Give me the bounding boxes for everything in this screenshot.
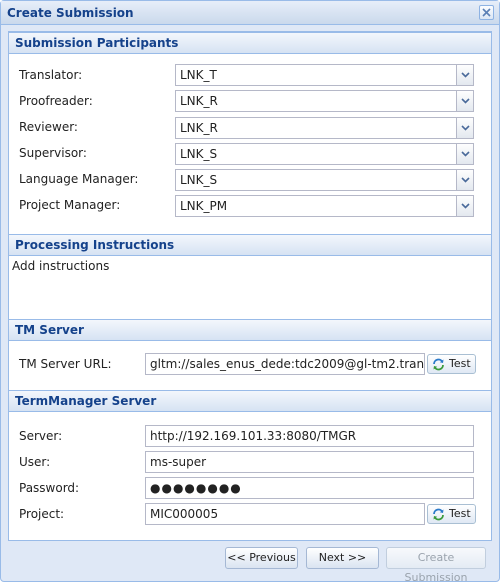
project-test-button[interactable]: Test xyxy=(427,504,476,524)
project-manager-label: Project Manager: xyxy=(19,198,121,212)
tm-server-section-header: TM Server xyxy=(9,319,491,341)
proofreader-dropdown-trigger[interactable] xyxy=(456,91,473,111)
reviewer-dropdown-trigger[interactable] xyxy=(456,118,473,138)
server-label: Server: xyxy=(19,429,63,443)
supervisor-dropdown-trigger[interactable] xyxy=(456,144,473,164)
project-test-label: Test xyxy=(449,507,471,520)
language-manager-label: Language Manager: xyxy=(19,172,139,186)
translator-dropdown-trigger[interactable] xyxy=(456,65,473,85)
tm-server-url-label: TM Server URL: xyxy=(19,357,112,371)
create-submission-dialog: Create Submission Submission Participant… xyxy=(0,0,500,584)
user-label: User: xyxy=(19,455,51,469)
processing-section-header: Processing Instructions xyxy=(9,234,491,256)
language-manager-combo[interactable]: LNK_S xyxy=(175,169,474,191)
instructions-textarea[interactable]: Add instructions xyxy=(9,258,491,318)
chevron-down-icon xyxy=(460,177,470,183)
chevron-down-icon xyxy=(460,151,470,157)
proofreader-label: Proofreader: xyxy=(19,94,93,108)
server-input[interactable]: http://192.169.101.33:8080/TMGR xyxy=(145,425,474,447)
participants-section-header: Submission Participants xyxy=(9,32,491,54)
project-manager-value: LNK_PM xyxy=(180,199,228,213)
create-submission-button[interactable]: Create Submission xyxy=(386,547,486,584)
close-icon xyxy=(482,8,491,17)
refresh-icon xyxy=(433,358,444,370)
chevron-down-icon xyxy=(460,125,470,131)
supervisor-label: Supervisor: xyxy=(19,146,87,160)
language-manager-value: LNK_S xyxy=(180,173,218,187)
chevron-down-icon xyxy=(460,203,470,209)
translator-value: LNK_T xyxy=(180,68,217,82)
termmanager-section-header: TermManager Server xyxy=(9,390,491,412)
project-manager-combo[interactable]: LNK_PM xyxy=(175,195,474,217)
chevron-down-icon xyxy=(460,72,470,78)
translator-combo[interactable]: LNK_T xyxy=(175,64,474,86)
dialog-body: Submission Participants Translator: LNK_… xyxy=(8,31,492,541)
chevron-down-icon xyxy=(460,98,470,104)
proofreader-value: LNK_R xyxy=(180,94,218,108)
refresh-icon xyxy=(433,508,444,520)
dialog-title: Create Submission xyxy=(7,6,134,20)
password-input[interactable]: ●●●●●●●● xyxy=(145,477,474,499)
close-button[interactable] xyxy=(479,5,494,20)
reviewer-value: LNK_R xyxy=(180,121,218,135)
project-input[interactable]: MIC000005 xyxy=(145,503,425,525)
translator-label: Translator: xyxy=(19,68,83,82)
password-label: Password: xyxy=(19,481,80,495)
supervisor-value: LNK_S xyxy=(180,147,218,161)
project-manager-dropdown-trigger[interactable] xyxy=(456,196,473,216)
language-manager-dropdown-trigger[interactable] xyxy=(456,170,473,190)
tm-server-test-label: Test xyxy=(449,357,471,370)
reviewer-combo[interactable]: LNK_R xyxy=(175,117,474,139)
user-input[interactable]: ms-super xyxy=(145,451,474,473)
previous-button[interactable]: << Previous xyxy=(225,547,298,569)
supervisor-combo[interactable]: LNK_S xyxy=(175,143,474,165)
dialog-titlebar[interactable]: Create Submission xyxy=(1,1,499,25)
next-button[interactable]: Next >> xyxy=(306,547,379,569)
tm-server-test-button[interactable]: Test xyxy=(427,354,476,374)
proofreader-combo[interactable]: LNK_R xyxy=(175,90,474,112)
reviewer-label: Reviewer: xyxy=(19,120,78,134)
project-label: Project: xyxy=(19,507,65,521)
tm-server-url-input[interactable]: gltm://sales_enus_dede:tdc2009@gl-tm2.tr… xyxy=(145,353,425,375)
